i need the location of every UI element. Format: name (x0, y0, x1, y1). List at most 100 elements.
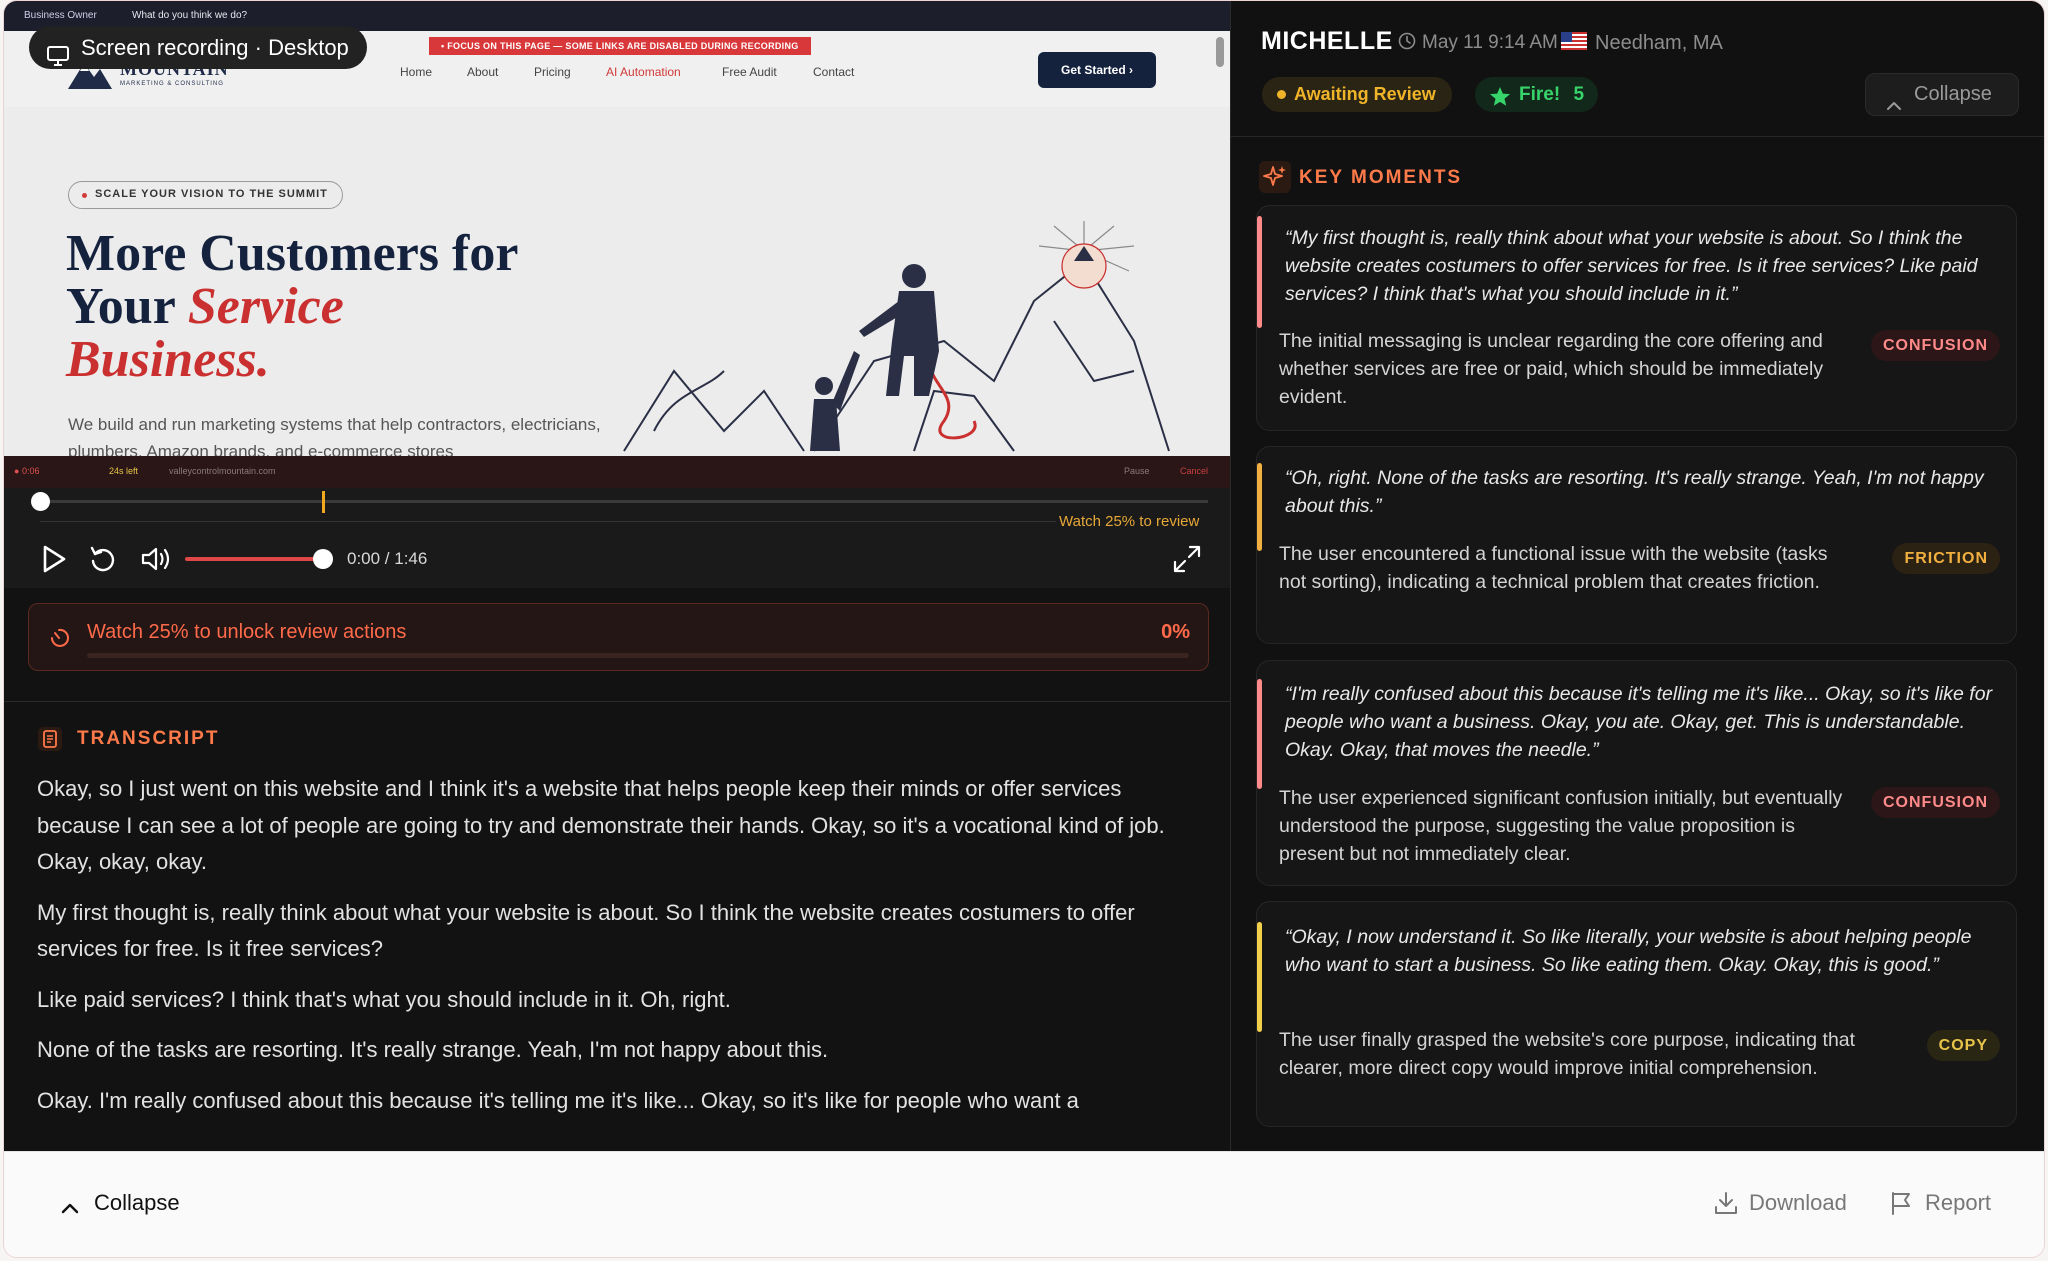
key-moment-description: The user experienced significant confusi… (1279, 787, 1843, 865)
footer-bar: Collapse Download Report (4, 1151, 2044, 1257)
topbar-badge: Business Owner (24, 10, 97, 21)
key-moment-quote: “Oh, right. None of the tasks are resort… (1285, 467, 1984, 517)
restart-icon (90, 546, 115, 572)
hero-line-1: More Customers for (66, 225, 519, 282)
website-scrollbar[interactable] (1216, 37, 1224, 67)
recorded-time-label: May 11 9:14 AM (1422, 32, 1558, 53)
progress-track[interactable] (40, 500, 1208, 503)
timer-icon (49, 626, 69, 653)
key-moment-quote: “Okay, I now understand it. So like lite… (1285, 926, 1972, 976)
sparkle-icon (1259, 161, 1291, 193)
review-threshold-marker (322, 491, 325, 513)
key-moment-description: The initial messaging is unclear regardi… (1279, 330, 1824, 408)
nav-contact[interactable]: Contact (813, 65, 854, 79)
play-button[interactable] (40, 544, 68, 579)
key-moment-description: The user finally grasped the website's c… (1279, 1029, 1856, 1079)
status-badge: Awaiting Review (1262, 77, 1452, 112)
hero-line-2a: Your (66, 278, 188, 335)
recording-type-label: Screen recording · Desktop (81, 35, 349, 60)
clock-icon (1398, 32, 1416, 56)
nav-home[interactable]: Home (400, 65, 432, 79)
volume-slider[interactable] (185, 557, 325, 561)
topbar-question: What do you think we do? (132, 10, 248, 21)
key-moment-card[interactable]: “Oh, right. None of the tasks are resort… (1256, 446, 2017, 644)
recording-column: Business Owner What do you think we do? … (4, 1, 1230, 1151)
get-started-button[interactable]: Get Started › (1038, 52, 1156, 88)
fire-count: 5 (1573, 84, 1585, 105)
key-moment-accent (1257, 679, 1262, 789)
reviewer-name: MICHELLE (1261, 27, 1393, 55)
transcript-paragraph: My first thought is, really think about … (37, 899, 1135, 962)
nav-pricing[interactable]: Pricing (534, 65, 571, 79)
volume-button[interactable] (140, 544, 172, 579)
restart-button[interactable] (88, 544, 118, 579)
star-icon (1489, 84, 1511, 119)
rec-cancel-button[interactable]: Cancel (1180, 466, 1208, 476)
collapse-panel-label: Collapse (1914, 83, 1992, 105)
playback-time: 0:00 / 1:46 (347, 549, 428, 568)
volume-icon (141, 547, 170, 571)
transcript-paragraph: Like paid services? I think that's what … (37, 986, 731, 1012)
key-moment-accent (1257, 922, 1262, 1032)
key-moments-title: KEY MOMENTS (1299, 167, 1463, 188)
rec-pause-button[interactable]: Pause (1124, 466, 1150, 476)
rec-url: valleycontrolmountain.com (169, 466, 276, 476)
monitor-icon (47, 37, 69, 80)
unlock-review-banner: Watch 25% to unlock review actions 0% (28, 603, 1209, 671)
fire-label: Fire! (1519, 84, 1561, 105)
collapse-panel-button[interactable]: Collapse (1865, 73, 2019, 116)
hero-line-2b: Service (187, 278, 344, 335)
key-moment-card[interactable]: “I'm really confused about this because … (1256, 660, 2017, 886)
play-icon (43, 545, 66, 573)
video-player[interactable]: Business Owner What do you think we do? … (4, 1, 1230, 588)
logo-tagline: MARKETING & CONSULTING (120, 81, 224, 87)
key-moment-accent (1257, 463, 1262, 551)
fire-badge[interactable]: Fire! 5 (1475, 77, 1599, 112)
chevron-up-icon (1886, 87, 1902, 128)
unlock-percent: 0% (1161, 621, 1190, 643)
fullscreen-icon (1173, 545, 1201, 573)
volume-knob[interactable] (313, 549, 333, 569)
nav-about[interactable]: About (467, 65, 498, 79)
fullscreen-button[interactable] (1172, 544, 1202, 579)
progress-knob[interactable] (31, 492, 50, 511)
hero-heading: More Customers for Your Service Business… (66, 227, 626, 386)
key-moment-quote: “My first thought is, really think about… (1285, 227, 1978, 305)
key-moment-quote: “I'm really confused about this because … (1285, 683, 1993, 761)
recording-controls-bar: ● 0:06 24s left valleycontrolmountain.co… (4, 456, 1230, 488)
collapse-button[interactable]: Collapse (56, 1190, 180, 1216)
climbers-illustration (623, 221, 1170, 452)
review-panel: Business Owner What do you think we do? … (3, 0, 2045, 1258)
key-moment-accent (1257, 216, 1262, 328)
transcript-paragraph: None of the tasks are resorting. It's re… (37, 1037, 829, 1062)
watch-hint: Watch 25% to review (1059, 513, 1200, 530)
nav-free-audit[interactable]: Free Audit (722, 65, 777, 79)
transcript-paragraph: Okay. I'm really confused about this bec… (37, 1087, 1079, 1113)
reviewer-location: Needham, MA (1595, 32, 1723, 54)
collapse-label: Collapse (94, 1190, 180, 1215)
key-moment-card[interactable]: “Okay, I now understand it. So like lite… (1256, 901, 2017, 1127)
unlock-label: Watch 25% to unlock review actions (87, 621, 407, 643)
recorded-time: May 11 9:14 AM (1398, 32, 1558, 54)
hero-line-3: Business. (66, 331, 270, 388)
download-button[interactable]: Download (1713, 1190, 1847, 1216)
hero-pill: SCALE YOUR VISION TO THE SUMMIT (68, 181, 343, 209)
transcript-body: Okay, so I just went on this website and… (37, 771, 1197, 1133)
download-icon (1713, 1190, 1739, 1222)
key-moment-tag: CONFUSION (1871, 787, 2000, 818)
unlock-progress-track (87, 653, 1189, 658)
key-moment-description: The user encountered a functional issue … (1279, 543, 1828, 593)
transcript-paragraph: Okay, so I just went on this website and… (37, 776, 1165, 874)
key-moment-tag: COPY (1926, 1030, 2000, 1061)
chevron-up-icon (60, 1196, 80, 1222)
report-button[interactable]: Report (1889, 1190, 1991, 1216)
rec-time-left: 24s left (109, 466, 139, 476)
key-moment-card[interactable]: “My first thought is, really think about… (1256, 205, 2017, 431)
focus-banner: • FOCUS ON THIS PAGE — SOME LINKS ARE DI… (429, 37, 811, 55)
watch-hint-line (40, 521, 1056, 522)
hero-subtitle: We build and run marketing systems that … (68, 415, 601, 456)
recording-type-chip: Screen recording · Desktop (29, 26, 367, 69)
flag-icon (1889, 1190, 1915, 1222)
report-label: Report (1925, 1190, 1992, 1215)
nav-ai-automation[interactable]: AI Automation (606, 65, 681, 79)
